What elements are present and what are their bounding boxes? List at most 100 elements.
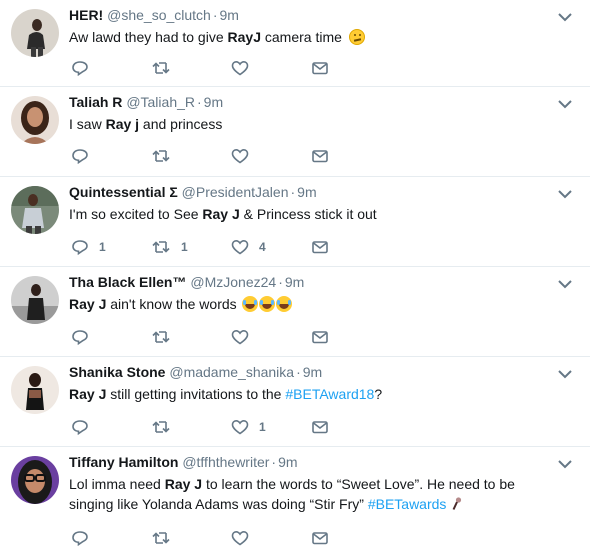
hashtag-link[interactable]: #BETAward18 xyxy=(285,386,374,402)
avatar[interactable] xyxy=(11,366,59,414)
tweet-header: Quintessential Σ @PresidentJalen · 9m xyxy=(69,183,550,201)
reply-icon xyxy=(72,531,88,546)
like-button[interactable] xyxy=(231,329,311,345)
retweet-icon xyxy=(152,62,170,74)
reply-icon xyxy=(72,420,88,435)
fullname[interactable]: Quintessential Σ xyxy=(69,184,178,200)
tweet-text: Aw lawd they had to give RayJ camera tim… xyxy=(69,27,550,47)
direct-message-button[interactable] xyxy=(311,419,391,435)
reply-button[interactable] xyxy=(71,148,151,164)
tweet-actions xyxy=(71,530,391,546)
retweet-button[interactable] xyxy=(151,148,231,164)
username[interactable]: @Taliah_R xyxy=(126,94,195,110)
chevron-down-icon[interactable] xyxy=(558,279,572,289)
fullname[interactable]: HER! xyxy=(69,7,103,23)
tweet[interactable]: Tha Black Ellen™ @MzJonez24 · 9m Ray J ain… xyxy=(0,267,590,357)
fullname[interactable]: Tha Black Ellen™ xyxy=(69,274,186,290)
direct-message-icon xyxy=(312,532,328,545)
direct-message-button[interactable] xyxy=(311,239,391,255)
tweet-text: I'm so excited to See Ray J & Princess s… xyxy=(69,204,550,224)
timestamp[interactable]: 9m xyxy=(204,94,223,110)
reply-icon xyxy=(72,61,88,76)
chevron-down-icon[interactable] xyxy=(558,459,572,469)
direct-message-button[interactable] xyxy=(311,530,391,546)
text-segment: Lol imma need xyxy=(69,476,165,492)
text-segment: camera time xyxy=(260,29,342,45)
tweet-header: Shanika Stone @madame_shanika · 9m xyxy=(69,363,550,381)
tweet[interactable]: Taliah R @Taliah_R · 9m I saw Ray j and pr… xyxy=(0,87,590,177)
retweet-button[interactable] xyxy=(151,60,231,76)
direct-message-button[interactable] xyxy=(311,329,391,345)
avatar[interactable] xyxy=(11,186,59,234)
reply-button[interactable] xyxy=(71,419,151,435)
tweet[interactable]: Tiffany Hamilton @tffhthewriter · 9m Lol i… xyxy=(0,447,590,554)
text-segment: & Princess stick it out xyxy=(239,206,377,222)
tweet-text: Ray J ain't know the words xyxy=(69,294,550,314)
avatar[interactable] xyxy=(11,96,59,144)
direct-message-button[interactable] xyxy=(311,60,391,76)
direct-message-icon xyxy=(312,421,328,434)
username[interactable]: @madame_shanika xyxy=(169,364,294,380)
like-count: 1 xyxy=(259,420,266,434)
avatar[interactable] xyxy=(11,9,59,57)
like-icon xyxy=(231,148,249,164)
separator-dot: · xyxy=(212,7,218,23)
avatar[interactable] xyxy=(11,276,59,324)
fullname[interactable]: Tiffany Hamilton xyxy=(69,454,178,470)
text-segment: still getting invitations to the xyxy=(106,386,286,402)
fullname[interactable]: Shanika Stone xyxy=(69,364,165,380)
timestamp[interactable]: 9m xyxy=(220,7,239,23)
tweet[interactable]: HER! @she_so_clutch · 9m Aw lawd they had … xyxy=(0,0,590,87)
timestamp[interactable]: 9m xyxy=(297,184,316,200)
tweet[interactable]: Quintessential Σ @PresidentJalen · 9m I'm … xyxy=(0,177,590,267)
retweet-count: 1 xyxy=(181,240,188,254)
timestamp[interactable]: 9m xyxy=(303,364,322,380)
direct-message-button[interactable] xyxy=(311,148,391,164)
text-segment: ain't know the words xyxy=(106,296,241,312)
fullname[interactable]: Taliah R xyxy=(69,94,122,110)
retweet-button[interactable]: 1 xyxy=(151,239,231,255)
text-segment: and princess xyxy=(139,116,223,132)
direct-message-icon xyxy=(312,150,328,163)
like-button[interactable] xyxy=(231,530,311,546)
reply-icon xyxy=(72,149,88,164)
username[interactable]: @she_so_clutch xyxy=(107,7,211,23)
chevron-down-icon[interactable] xyxy=(558,12,572,22)
chevron-down-icon[interactable] xyxy=(558,99,572,109)
highlighted-term: Ray J xyxy=(164,476,203,492)
reply-button[interactable] xyxy=(71,60,151,76)
retweet-button[interactable] xyxy=(151,329,231,345)
reply-button[interactable]: 1 xyxy=(71,239,151,255)
like-icon xyxy=(231,329,249,345)
chevron-down-icon[interactable] xyxy=(558,369,572,379)
text-segment: I saw xyxy=(69,116,106,132)
reply-button[interactable] xyxy=(71,530,151,546)
chevron-down-icon[interactable] xyxy=(558,189,572,199)
separator-dot: · xyxy=(296,364,301,380)
timestamp[interactable]: 9m xyxy=(285,274,304,290)
tweet-actions xyxy=(71,148,391,164)
username[interactable]: @PresidentJalen xyxy=(182,184,289,200)
hashtag-link[interactable]: #BETawards xyxy=(368,496,447,512)
retweet-button[interactable] xyxy=(151,530,231,546)
username[interactable]: @MzJonez24 xyxy=(190,274,276,290)
like-button[interactable]: 4 xyxy=(231,239,311,255)
like-icon xyxy=(231,530,249,546)
reply-button[interactable] xyxy=(71,329,151,345)
like-button[interactable]: 1 xyxy=(231,419,311,435)
username[interactable]: @tffhthewriter xyxy=(182,454,269,470)
tweet[interactable]: Shanika Stone @madame_shanika · 9m Ray J s… xyxy=(0,357,590,447)
avatar[interactable] xyxy=(11,456,59,504)
retweet-icon xyxy=(152,421,170,433)
like-button[interactable] xyxy=(231,60,311,76)
separator-dot: · xyxy=(271,454,277,470)
retweet-icon xyxy=(152,532,170,544)
timestamp[interactable]: 9m xyxy=(278,454,297,470)
highlighted-term: RayJ xyxy=(227,29,261,45)
direct-message-icon xyxy=(312,241,328,254)
tears-of-joy-emoji-icon xyxy=(275,296,292,312)
like-button[interactable] xyxy=(231,148,311,164)
highlighted-term: Ray J xyxy=(69,296,107,312)
tweet-actions: 1 1 4 xyxy=(71,239,391,255)
retweet-button[interactable] xyxy=(151,419,231,435)
